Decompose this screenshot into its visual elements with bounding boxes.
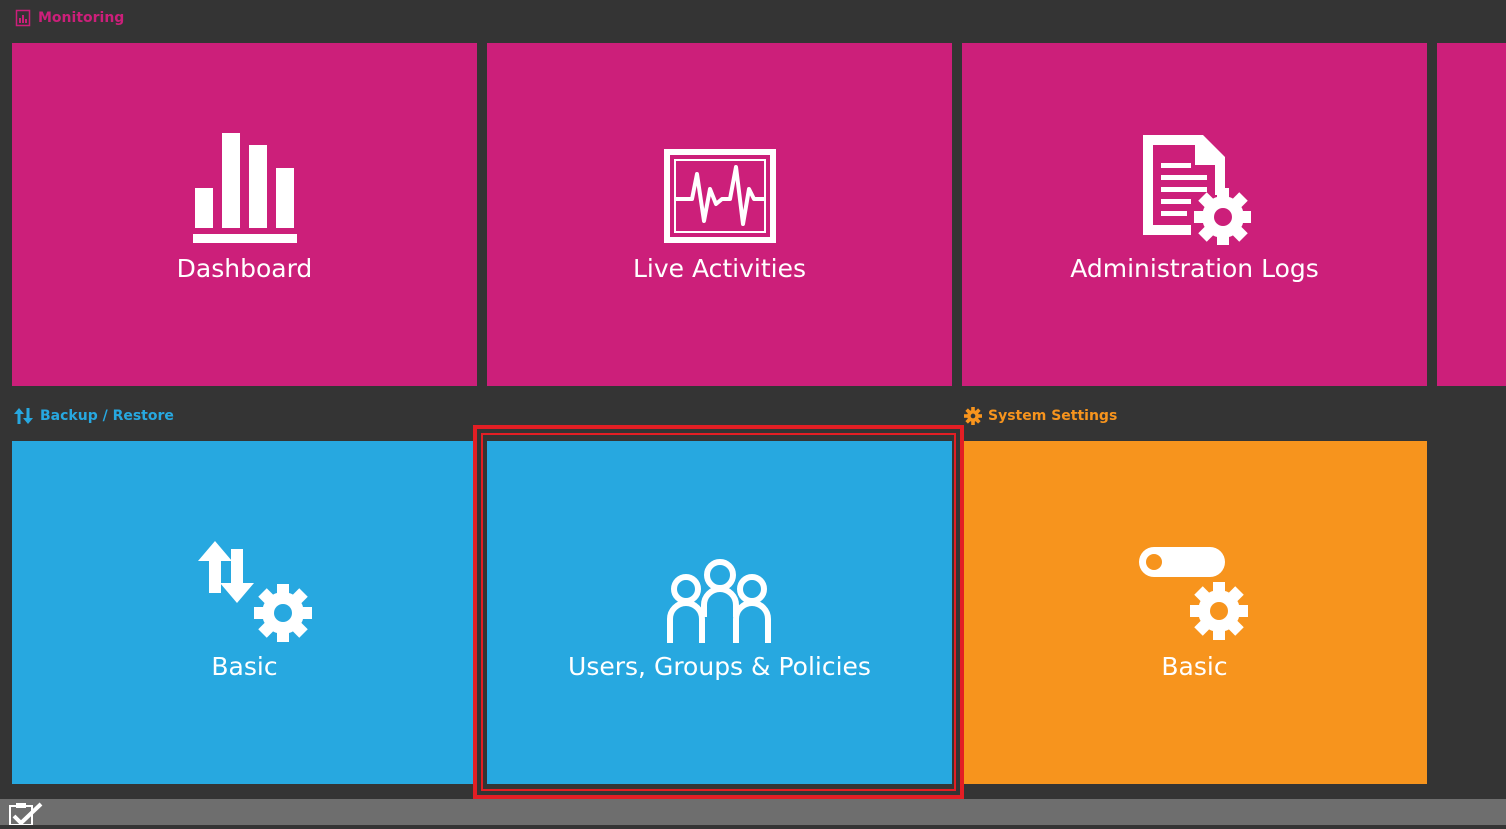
- bottom-bar: [0, 799, 1506, 826]
- document-gear-icon: [1139, 133, 1252, 249]
- pulse-monitor-icon: [663, 149, 776, 249]
- arrows-gear-icon: [197, 541, 317, 647]
- tile-label: Users, Groups & Policies: [568, 652, 871, 681]
- tile-label: Administration Logs: [1070, 254, 1319, 283]
- tile-users-groups-policies[interactable]: Users, Groups & Policies: [487, 441, 952, 784]
- section-title: System Settings: [988, 408, 1118, 424]
- tile-backup-basic[interactable]: Basic: [12, 441, 477, 784]
- up-down-arrows-icon: [14, 407, 34, 425]
- tile-label: Live Activities: [632, 254, 807, 283]
- section-label-monitoring: Monitoring: [14, 9, 124, 27]
- bar-chart-icon: [192, 133, 297, 249]
- tile-label: Basic: [1161, 652, 1228, 681]
- tile-system-basic[interactable]: Basic: [962, 441, 1427, 784]
- gear-icon: [964, 407, 982, 425]
- tile-administration-logs[interactable]: Administration Logs: [962, 43, 1427, 386]
- section-title: Monitoring: [38, 10, 125, 26]
- report-icon: [14, 9, 32, 27]
- toggle-gear-icon: [1137, 545, 1253, 645]
- section-title: Backup / Restore: [40, 408, 174, 424]
- section-label-backup: Backup / Restore: [14, 407, 174, 425]
- tile-dashboard[interactable]: Dashboard: [12, 43, 477, 386]
- tile-label: Basic: [211, 652, 278, 681]
- users-group-icon: [664, 557, 776, 649]
- tile-live-activities[interactable]: Live Activities: [487, 43, 952, 386]
- tile-label: Dashboard: [176, 254, 313, 283]
- tile-partial-monitoring[interactable]: [1437, 43, 1506, 386]
- section-label-system: System Settings: [964, 407, 1117, 425]
